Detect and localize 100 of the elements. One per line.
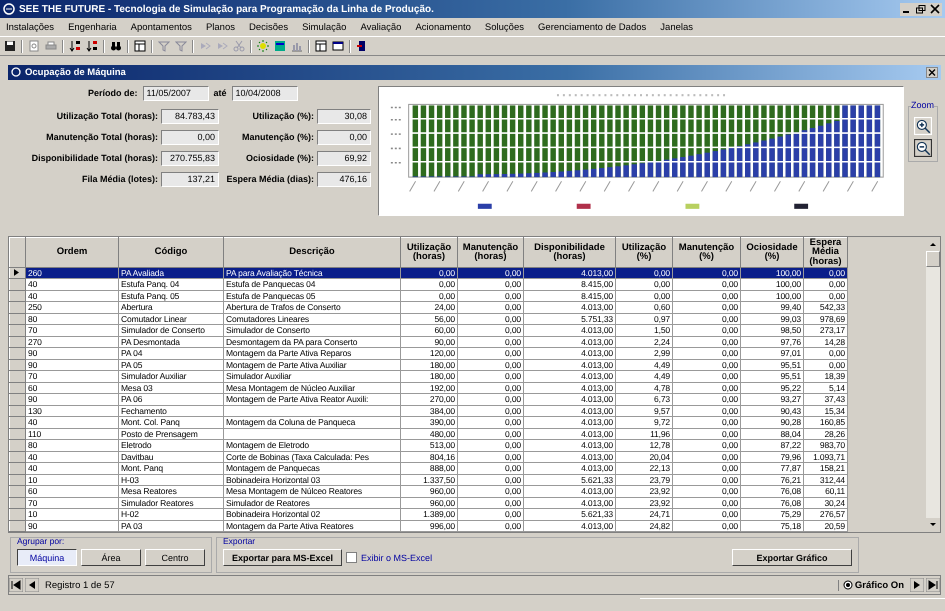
chart-toggle[interactable]: Gráfico On bbox=[838, 580, 908, 591]
table-cell: 24,71 bbox=[616, 508, 672, 520]
table-cell: 4.013,00 bbox=[524, 382, 616, 394]
table-cell: Estufa Panq. 05 bbox=[118, 290, 224, 302]
column-header[interactable]: Código bbox=[118, 237, 224, 268]
column-header[interactable]: Descrição bbox=[224, 237, 400, 268]
checkbox-label[interactable]: Exibir o MS-Excel bbox=[361, 552, 432, 563]
value-field[interactable]: 270.755,83 bbox=[161, 150, 219, 166]
column-header[interactable]: Ordem bbox=[26, 237, 118, 268]
exit-icon[interactable] bbox=[356, 40, 368, 52]
binoculars-icon[interactable] bbox=[110, 40, 122, 52]
table-cell: 5.621,33 bbox=[524, 508, 616, 520]
scroll-up-icon[interactable] bbox=[926, 236, 940, 251]
scrollbar[interactable] bbox=[926, 236, 940, 532]
sun-icon[interactable] bbox=[257, 40, 269, 52]
save-icon[interactable] bbox=[4, 40, 16, 52]
table-cell: 4.013,00 bbox=[524, 302, 616, 314]
date-field[interactable]: 11/05/2007 bbox=[142, 86, 209, 101]
table-cell: 76,08 bbox=[740, 486, 804, 498]
menu-item[interactable]: Avaliação bbox=[360, 22, 402, 32]
app-icon bbox=[3, 3, 15, 15]
table-cell: 60 bbox=[26, 486, 118, 498]
table-cell: 4.013,00 bbox=[524, 405, 616, 417]
table-cell: 804,16 bbox=[400, 451, 458, 463]
table-cell: 0,00 bbox=[672, 508, 740, 520]
menu-item[interactable]: Janelas bbox=[660, 22, 694, 32]
previous-record-icon[interactable] bbox=[25, 578, 39, 592]
value-field[interactable]: 84.783,43 bbox=[161, 108, 219, 124]
menu-item[interactable]: Gerenciamento de Dados bbox=[538, 22, 646, 32]
date-field[interactable]: 10/04/2008 bbox=[232, 86, 298, 101]
table-cell: 40 bbox=[26, 451, 118, 463]
export-excel-button[interactable]: Exportar para MS-Excel bbox=[223, 549, 342, 566]
close-icon[interactable] bbox=[926, 66, 938, 78]
group-option-button[interactable]: Máquina bbox=[17, 549, 77, 566]
column-header[interactable]: Disponibilidade (horas) bbox=[524, 237, 616, 268]
table-cell: 0,00 bbox=[458, 359, 524, 371]
column-header[interactable]: Ociosidade (%) bbox=[740, 237, 804, 268]
menu-item[interactable]: Decisões bbox=[249, 22, 288, 32]
column-header[interactable]: Manutenção (horas) bbox=[458, 237, 524, 268]
menu-item[interactable]: Apontamentos bbox=[130, 22, 192, 32]
menu-item[interactable]: Planos bbox=[206, 22, 235, 32]
last-record-icon[interactable] bbox=[926, 578, 940, 592]
group-option-button[interactable]: Centro bbox=[145, 549, 205, 566]
value-field[interactable]: 137,21 bbox=[161, 172, 219, 187]
table-cell: 8.415,00 bbox=[524, 278, 616, 290]
window-icon[interactable] bbox=[332, 40, 344, 52]
group-option-button[interactable]: Área bbox=[81, 549, 141, 566]
table-cell: 0,00 bbox=[400, 267, 458, 279]
column-header[interactable]: Manutenção (%) bbox=[672, 237, 740, 268]
table-cell: Montagem de Parte Ativa Auxiliar bbox=[224, 359, 400, 371]
table-cell: 95,51 bbox=[740, 370, 804, 382]
first-record-icon[interactable] bbox=[9, 578, 23, 592]
menu-item[interactable]: Instalações bbox=[6, 22, 54, 32]
menu-item[interactable]: Soluções bbox=[484, 22, 524, 32]
value-field[interactable]: 69,92 bbox=[317, 150, 371, 166]
menu-item[interactable]: Engenharia bbox=[68, 22, 117, 32]
sort-icon[interactable] bbox=[69, 40, 81, 52]
table-cell: 0,00 bbox=[672, 405, 740, 417]
table-cell: Montagem da Parte Ativa Reatores bbox=[224, 520, 400, 532]
table-cell: Mesa Montagem de Núcleo Auxiliar bbox=[224, 382, 400, 394]
table-cell: Simulador de Conserto bbox=[224, 324, 400, 336]
grid-icon[interactable] bbox=[315, 40, 327, 52]
zoom-in-icon[interactable] bbox=[914, 116, 932, 135]
table-cell: Mesa Montagem de Núlceo Reatores bbox=[224, 486, 400, 498]
bar-chart-icon[interactable] bbox=[291, 40, 303, 52]
restore-icon[interactable] bbox=[915, 4, 927, 14]
table-cell: 70 bbox=[26, 370, 118, 382]
column-header[interactable]: Utilização (horas) bbox=[400, 237, 458, 268]
close-icon[interactable] bbox=[929, 4, 941, 14]
value-field[interactable]: 30,08 bbox=[317, 108, 371, 124]
table-cell: 1.389,00 bbox=[400, 508, 458, 520]
zoom-out-icon[interactable] bbox=[914, 138, 932, 157]
value-field[interactable]: 0,00 bbox=[317, 130, 371, 145]
export-chart-button[interactable]: Exportar Gráfico bbox=[732, 549, 852, 566]
print-icon[interactable] bbox=[45, 40, 57, 52]
table-cell: 90 bbox=[26, 394, 118, 406]
column-header[interactable]: Utilização (%) bbox=[616, 237, 672, 268]
value-field[interactable]: 0,00 bbox=[161, 130, 219, 145]
table-cell: 6,73 bbox=[616, 394, 672, 406]
value-field[interactable]: 476,16 bbox=[317, 172, 371, 187]
sort-icon[interactable] bbox=[86, 40, 98, 52]
checkbox[interactable] bbox=[346, 552, 358, 564]
field-label: Manutenção (%): bbox=[241, 132, 314, 142]
table-cell: 4.013,00 bbox=[524, 324, 616, 336]
scroll-thumb[interactable] bbox=[926, 250, 940, 267]
table-cell: 0,00 bbox=[672, 313, 740, 325]
table-cell: 24,00 bbox=[400, 302, 458, 314]
menu-item[interactable]: Simulação bbox=[302, 22, 346, 32]
table-cell: Simulador de Reatores bbox=[224, 497, 400, 509]
grid-icon[interactable] bbox=[134, 40, 146, 52]
document-icon[interactable] bbox=[28, 40, 40, 52]
next-record-icon[interactable] bbox=[910, 578, 924, 592]
scroll-down-icon[interactable] bbox=[926, 518, 940, 532]
table-cell: 12,78 bbox=[616, 440, 672, 452]
group-label: Exportar bbox=[223, 536, 256, 546]
menu-item[interactable]: Acionamento bbox=[415, 22, 471, 32]
table-cell: 98,50 bbox=[740, 324, 804, 336]
table-cell: PA 03 bbox=[118, 520, 224, 532]
column-header[interactable]: Espera Média (horas) bbox=[804, 237, 848, 268]
table-cell: 390,00 bbox=[400, 416, 458, 428]
